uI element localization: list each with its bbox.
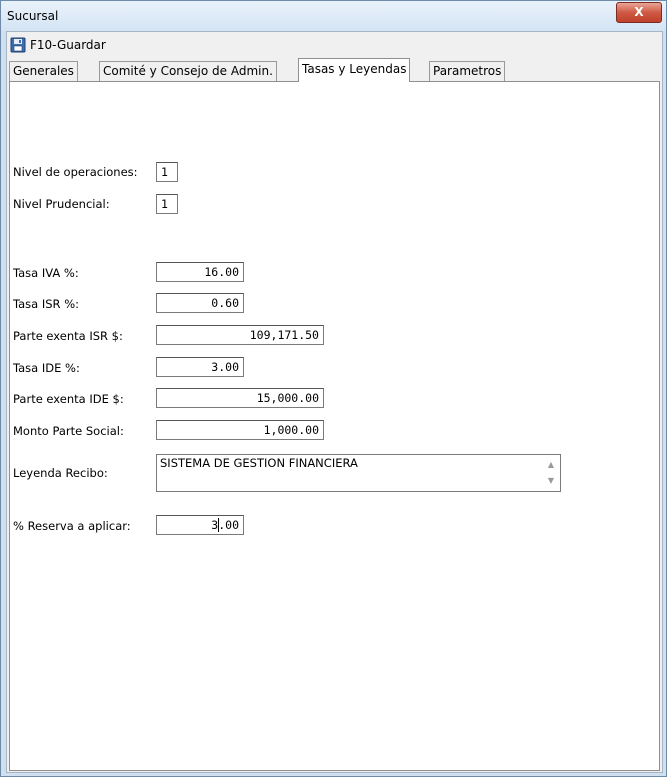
tasa-isr-field[interactable]: 0.60 xyxy=(156,293,244,313)
window-left-border xyxy=(1,231,5,771)
reserva-field[interactable]: 3.00 xyxy=(156,515,244,535)
label-tasa-ide: Tasa IDE %: xyxy=(13,361,80,375)
leyenda-recibo-textarea[interactable]: SISTEMA DE GESTION FINANCIERA ▲ ▼ xyxy=(156,454,561,492)
label-parte-exenta-isr: Parte exenta ISR $: xyxy=(13,329,123,343)
tasa-ide-field[interactable]: 3.00 xyxy=(156,357,244,377)
floppy-disk-icon xyxy=(10,37,26,53)
client-area: F10-Guardar Generales Comité y Consejo d… xyxy=(6,31,663,773)
leyenda-recibo-text: SISTEMA DE GESTION FINANCIERA xyxy=(160,456,358,470)
label-tasa-iva: Tasa IVA %: xyxy=(13,266,79,280)
scroll-down-icon[interactable]: ▼ xyxy=(544,473,558,489)
label-parte-exenta-ide: Parte exenta IDE $: xyxy=(13,392,124,406)
parte-exenta-isr-field[interactable]: 109,171.50 xyxy=(156,325,324,345)
tasa-iva-field[interactable]: 16.00 xyxy=(156,262,244,282)
tab-strip: Generales Comité y Consejo de Admin. Tas… xyxy=(7,56,662,82)
save-button[interactable]: F10-Guardar xyxy=(10,34,106,56)
tab-generales[interactable]: Generales xyxy=(9,61,78,81)
parte-exenta-ide-field[interactable]: 15,000.00 xyxy=(156,388,324,408)
close-button[interactable]: X xyxy=(616,2,662,23)
label-nivel-prudencial: Nivel Prudencial: xyxy=(13,197,110,211)
label-monto-parte-social: Monto Parte Social: xyxy=(13,424,124,438)
window-title: Sucursal xyxy=(7,9,59,23)
sucursal-window: Sucursal X F10-Guardar Generales Comité … xyxy=(0,0,667,777)
tasas-leyendas-panel: Nivel de operaciones: 1 Nivel Prudencial… xyxy=(9,81,660,771)
tab-parametros[interactable]: Parametros xyxy=(429,61,506,81)
label-tasa-isr: Tasa ISR %: xyxy=(13,297,80,311)
textarea-scrollbar[interactable]: ▲ ▼ xyxy=(544,457,558,489)
label-nivel-operaciones: Nivel de operaciones: xyxy=(13,165,138,179)
label-leyenda-recibo: Leyenda Recibo: xyxy=(13,466,108,480)
reserva-value-dec: .00 xyxy=(218,518,239,532)
save-label: F10-Guardar xyxy=(30,38,106,52)
label-reserva: % Reserva a aplicar: xyxy=(13,519,131,533)
nivel-operaciones-field[interactable]: 1 xyxy=(156,162,178,182)
tab-tasas-leyendas[interactable]: Tasas y Leyendas xyxy=(298,58,411,82)
scroll-up-icon[interactable]: ▲ xyxy=(544,457,558,473)
title-bar[interactable]: Sucursal X xyxy=(1,1,666,31)
tab-comite-consejo[interactable]: Comité y Consejo de Admin. xyxy=(99,61,277,81)
close-icon: X xyxy=(634,5,644,19)
monto-parte-social-field[interactable]: 1,000.00 xyxy=(156,420,324,440)
nivel-prudencial-field[interactable]: 1 xyxy=(156,194,178,214)
